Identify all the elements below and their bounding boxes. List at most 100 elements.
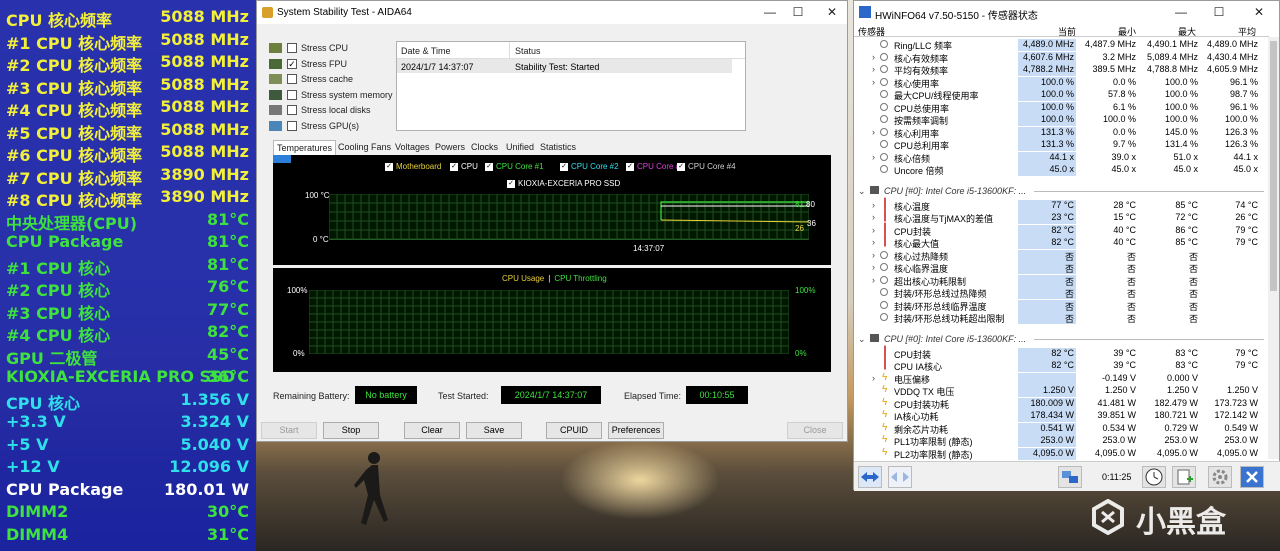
sensor-row[interactable]: › 核心过热降频否否否	[854, 249, 1269, 262]
expand-chevron-icon[interactable]: ›	[872, 64, 875, 74]
tab-clocks[interactable]: Clocks	[468, 140, 501, 155]
sensor-row[interactable]: CPU总使用率 100.0 % 6.1 % 100.0 % 96.1 %	[854, 101, 1269, 114]
stress-checkbox[interactable]: ✓	[287, 58, 297, 69]
legend-checkbox[interactable]: ✓	[485, 162, 493, 171]
clear-button[interactable]: Clear	[404, 422, 460, 439]
sensor-row[interactable]: ϟ PL2功率限制 (静态) 4,095.0 W 4,095.0 W 4,095.0 W…	[854, 447, 1269, 460]
tab-powers[interactable]: Powers	[432, 140, 468, 155]
hw-minimize-button[interactable]: —	[1174, 5, 1188, 19]
sensor-row[interactable]: Ring/LLC 频率 4,489.0 MHz 4,487.9 MHz 4,490.1…	[854, 38, 1269, 51]
sensor-row[interactable]: Uncore 倍频 45.0 x 45.0 x 45.0 x 45.0 x	[854, 163, 1269, 176]
sensor-row[interactable]: ϟ PL1功率限制 (静态) 253.0 W 253.0 W 253.0 W 253.0 …	[854, 434, 1269, 447]
header-sensor[interactable]: 传感器	[858, 25, 885, 38]
header-min[interactable]: 最小	[1118, 25, 1136, 38]
header-max[interactable]: 最大	[1178, 25, 1196, 38]
maximize-button[interactable]: ☐	[791, 5, 805, 19]
expand-chevron-icon[interactable]: ›	[872, 127, 875, 137]
header-current[interactable]: 当前	[1058, 25, 1076, 38]
sensor-row[interactable]: 按需频率调制 100.0 % 100.0 % 100.0 % 100.0 %	[854, 113, 1269, 126]
expand-chevron-icon[interactable]: ›	[872, 250, 875, 260]
scrollbar-thumb[interactable]	[1270, 41, 1277, 291]
sensor-row[interactable]: › ┃ 核心温度与TjMAX的差值 23 °C 15 °C 72 °C 26 °C	[854, 211, 1269, 224]
tab-unified[interactable]: Unified	[503, 140, 537, 155]
tab-statistics[interactable]: Statistics	[537, 140, 579, 155]
temp-legend-item[interactable]: ✓ CPU Core #4	[677, 162, 736, 171]
table-row[interactable]: 2024/1/7 14:37:07 Stability Test: Starte…	[397, 59, 732, 73]
sensor-row[interactable]: CPU总利用率 131.3 % 9.7 % 131.4 % 126.3 %	[854, 138, 1269, 151]
hwinfo-title-bar[interactable]: HWiNFO64 v7.50-5150 - 传感器状态 — ☐ ✕	[854, 1, 1279, 23]
temp-legend-item[interactable]: ✓ CPU Core #1	[485, 162, 544, 171]
expand-chevron-icon[interactable]: ›	[872, 152, 875, 162]
expand-chevron-icon[interactable]: ›	[872, 212, 875, 222]
sensor-scrollbar[interactable]	[1268, 37, 1279, 459]
network-sync-icon[interactable]	[1058, 466, 1082, 488]
sensor-group-header[interactable]: ⌄ CPU [#0]: Intel Core i5-13600KF: ...	[854, 184, 1269, 197]
sensor-row[interactable]: › ┃ CPU封装 82 °C 40 °C 86 °C 79 °C	[854, 224, 1269, 237]
temp-legend-item[interactable]: ✓ CPU Core #2	[560, 162, 619, 171]
stop-button[interactable]: Stop	[323, 422, 379, 439]
legend-checkbox[interactable]: ✓	[450, 162, 458, 171]
sensor-row[interactable]: 封装/环形总线过热降频否否否	[854, 286, 1269, 299]
temp-legend-item[interactable]: ✓ Motherboard	[385, 162, 441, 171]
expand-chevron-icon[interactable]: ›	[872, 200, 875, 210]
sensor-row[interactable]: › 核心临界温度否否否	[854, 261, 1269, 274]
navigate-arrows-icon[interactable]	[858, 466, 882, 488]
sensor-row[interactable]: › 超出核心功耗限制否否否	[854, 274, 1269, 287]
collapse-chevron-icon[interactable]: ⌄	[858, 186, 866, 197]
expand-chevron-icon[interactable]: ›	[872, 262, 875, 272]
legend-checkbox[interactable]: ✓	[677, 162, 685, 171]
expand-chevron-icon[interactable]: ›	[872, 237, 875, 247]
header-avg[interactable]: 平均	[1238, 25, 1256, 38]
stress-checkbox[interactable]	[287, 105, 297, 115]
sensor-row[interactable]: › 核心有效频率 4,607.6 MHz 3.2 MHz 5,089.4 MHz 4,43…	[854, 51, 1269, 64]
collapse-chevron-icon[interactable]: ⌄	[858, 334, 866, 345]
expand-chevron-icon[interactable]: ›	[872, 373, 875, 383]
sensor-row[interactable]: › 平均有效频率 4,788.2 MHz 389.5 MHz 4,788.8 MHz 4,…	[854, 63, 1269, 76]
sensor-row[interactable]: 封装/环形总线功耗超出限制 否 否 否	[854, 311, 1269, 324]
sensor-row[interactable]: ϟ IA核心功耗 178.434 W 39.851 W 180.721 W 172.142…	[854, 409, 1269, 422]
sensor-row[interactable]: ϟ 剩余芯片功耗 0.541 W 0.534 W 0.729 W 0.549 W	[854, 422, 1269, 435]
temp-legend-item[interactable]: ✓ CPU Core #3	[626, 162, 685, 171]
sensor-row[interactable]: › 核心倍频 44.1 x 39.0 x 51.0 x 44.1 x	[854, 151, 1269, 164]
sensor-row[interactable]: › ϟ 电压偏移 -0.149 V 0.000 V	[854, 372, 1269, 385]
temp-legend-item[interactable]: ✓ CPU	[450, 162, 478, 171]
minimize-button[interactable]: —	[763, 5, 777, 19]
legend-checkbox[interactable]: ✓	[507, 179, 515, 188]
cpuid-button[interactable]: CPUID	[546, 422, 602, 439]
legend-checkbox[interactable]: ✓	[560, 162, 568, 171]
expand-chevron-icon[interactable]: ›	[872, 275, 875, 285]
sensor-group-header[interactable]: ⌄ CPU [#0]: Intel Core i5-13600KF: ...	[854, 332, 1269, 345]
sensor-row[interactable]: › 核心利用率 131.3 % 0.0 % 145.0 % 126.3 %	[854, 126, 1269, 139]
clock-icon[interactable]	[1142, 466, 1166, 488]
save-button[interactable]: Save	[466, 422, 522, 439]
close-window-button[interactable]: ✕	[825, 5, 839, 19]
sensor-row[interactable]: › ┃ 核心最大值 82 °C 40 °C 85 °C 79 °C	[854, 236, 1269, 249]
sensor-row[interactable]: 封装/环形总线临界温度否否否	[854, 299, 1269, 312]
sensor-row[interactable]: › 核心使用率 100.0 % 0.0 % 100.0 % 96.1 %	[854, 76, 1269, 89]
report-add-icon[interactable]	[1172, 466, 1196, 488]
temp-legend-item[interactable]: ✓ KIOXIA-EXCERIA PRO SSD	[507, 179, 620, 188]
stress-checkbox[interactable]	[287, 43, 297, 53]
expand-chevron-icon[interactable]: ›	[872, 225, 875, 235]
preferences-button[interactable]: Preferences	[608, 422, 664, 439]
aida-title-bar[interactable]: System Stability Test - AIDA64 — ☐ ✕	[257, 1, 847, 24]
expand-chevron-icon[interactable]: ›	[872, 77, 875, 87]
close-sensors-icon[interactable]	[1240, 466, 1264, 488]
tab-voltages[interactable]: Voltages	[392, 140, 433, 155]
sensor-row[interactable]: ϟ CPU封装功耗 180.009 W 41.481 W 182.479 W 173.72…	[854, 397, 1269, 410]
expand-chevron-icon[interactable]: ›	[872, 52, 875, 62]
sensor-row[interactable]: ϟ VDDQ TX 电压 1.250 V 1.250 V 1.250 V 1.250 V	[854, 384, 1269, 397]
start-button[interactable]: Start	[261, 422, 317, 439]
legend-checkbox[interactable]: ✓	[626, 162, 634, 171]
sensor-row[interactable]: ┃ CPU封装 82 °C 39 °C 83 °C 79 °C	[854, 347, 1269, 360]
stress-checkbox[interactable]	[287, 74, 297, 84]
hw-maximize-button[interactable]: ☐	[1212, 5, 1226, 19]
sensor-row[interactable]: 最大CPU/线程使用率 100.0 % 57.8 % 100.0 % 98.7 %	[854, 88, 1269, 101]
close-button[interactable]: Close	[787, 422, 843, 439]
stress-checkbox[interactable]	[287, 89, 297, 100]
settings-gear-icon[interactable]	[1208, 466, 1232, 488]
tab-temperatures[interactable]: Temperatures	[273, 140, 337, 155]
sensor-row[interactable]: › ┃ 核心温度 77 °C 28 °C 85 °C 74 °C	[854, 199, 1269, 212]
legend-checkbox[interactable]: ✓	[385, 162, 393, 171]
sensor-row[interactable]: ┃ CPU IA核心 82 °C 39 °C 83 °C 79 °C	[854, 359, 1269, 372]
